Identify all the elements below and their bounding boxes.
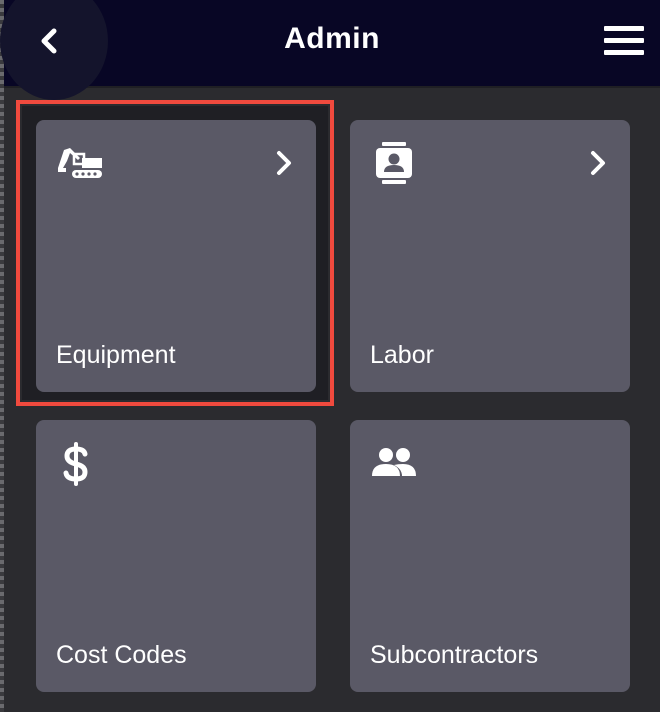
contact-card-icon bbox=[376, 142, 412, 184]
dollar-icon bbox=[63, 442, 88, 486]
hamburger-menu-icon bbox=[604, 26, 644, 31]
tile-label: Subcontractors bbox=[370, 641, 539, 669]
tile-label: Labor bbox=[370, 341, 434, 369]
page-title: Admin bbox=[284, 22, 380, 55]
excavator-icon bbox=[58, 148, 102, 178]
people-icon bbox=[372, 448, 416, 476]
tile-equipment[interactable]: Equipment bbox=[36, 120, 316, 392]
chevron-right-icon bbox=[591, 151, 605, 175]
app-header: Admin bbox=[0, 0, 660, 100]
tile-label: Equipment bbox=[56, 341, 176, 369]
tile-cost-codes[interactable]: Cost Codes bbox=[36, 420, 316, 692]
tile-labor[interactable]: Labor bbox=[350, 120, 630, 392]
tile-label: Cost Codes bbox=[56, 641, 187, 669]
chevron-right-icon bbox=[277, 151, 291, 175]
tile-subcontractors[interactable]: Subcontractors bbox=[350, 420, 630, 692]
window-edge bbox=[0, 0, 4, 712]
menu-button[interactable] bbox=[604, 26, 644, 60]
